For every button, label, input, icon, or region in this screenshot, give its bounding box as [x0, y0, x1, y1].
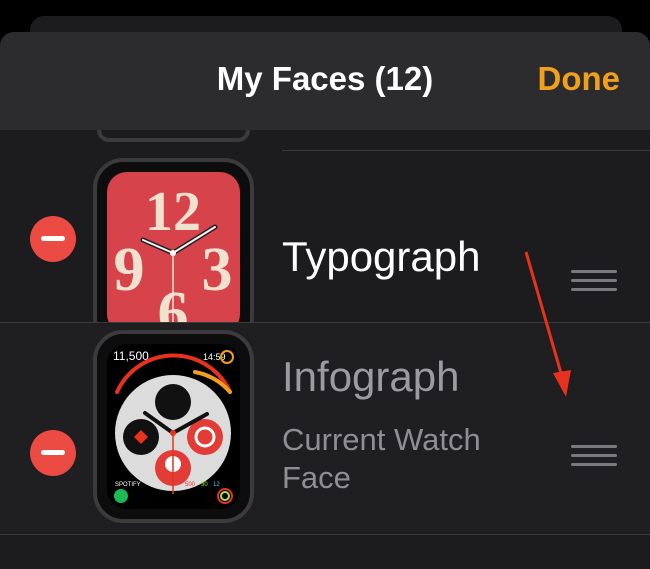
annotation-arrow [524, 251, 571, 397]
